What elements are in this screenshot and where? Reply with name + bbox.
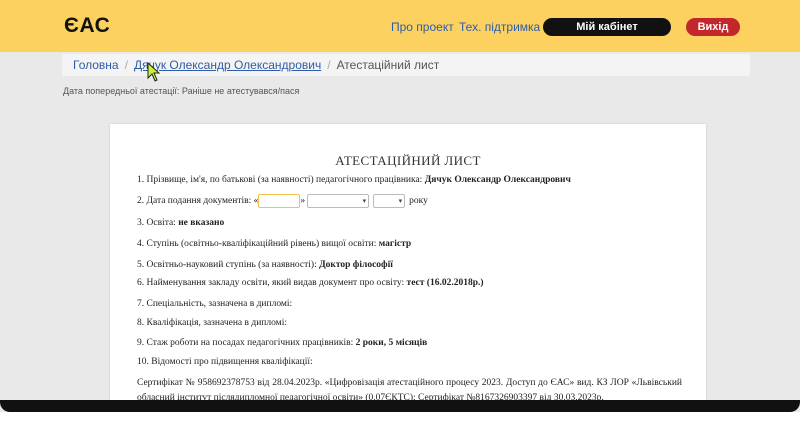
document-title: АТЕСТАЦІЙНИЙ ЛИСТ: [335, 153, 481, 168]
exit-button[interactable]: Вихід: [686, 18, 740, 36]
doc-line-2: 2. Дата подання документів: « » ▾ ▾ року: [137, 194, 428, 208]
line-2-label: 2. Дата подання документів: «: [137, 196, 259, 206]
line-1-label: 1. Прізвище, ім'я, по батькові (за наявн…: [137, 175, 423, 185]
line-3-value: не вказано: [178, 218, 225, 228]
line-8-label: 8. Кваліфікація, зазначена в дипломі:: [137, 318, 287, 328]
breadcrumb-separator: /: [124, 58, 128, 72]
line-6-label: 6. Найменування закладу освіти, який вид…: [137, 278, 405, 288]
support-link[interactable]: Тех. підтримка: [459, 20, 540, 34]
breadcrumb-person-link[interactable]: Дячук Олександр Олександрович: [134, 58, 321, 72]
line-9-value: 2 роки, 5 місяців: [355, 338, 428, 348]
month-select[interactable]: ▾: [307, 194, 370, 208]
year-select[interactable]: ▾: [373, 194, 406, 208]
logo[interactable]: ЄАС: [64, 14, 110, 38]
my-cabinet-button[interactable]: Мій кабінет: [543, 18, 671, 36]
doc-line-4: 4. Ступінь (освітньо-кваліфікаційний рів…: [137, 239, 411, 249]
doc-line-6: 6. Найменування закладу освіти, який вид…: [137, 278, 484, 288]
line-1-value: Дячук Олександр Олександрович: [424, 175, 571, 185]
line-2-year-label: року: [409, 196, 428, 206]
line-9-label: 9. Стаж роботи на посадах педагогічних п…: [137, 338, 354, 348]
doc-line-1: 1. Прізвище, ім'я, по батькові (за наявн…: [137, 175, 571, 185]
breadcrumb-current: Атестаційний лист: [336, 58, 440, 72]
doc-line-7: 7. Спеціальність, зазначена в дипломі:: [137, 299, 292, 309]
doc-line-8: 8. Кваліфікація, зазначена в дипломі:: [137, 318, 287, 328]
breadcrumb-home-link[interactable]: Головна: [73, 58, 119, 72]
header-bar: ЄАС Про проект Тех. підтримка Мій кабіне…: [0, 0, 800, 52]
line-4-label: 4. Ступінь (освітньо-кваліфікаційний рів…: [137, 239, 377, 249]
doc-line-3: 3. Освіта: не вказано: [137, 218, 224, 228]
doc-line-5: 5. Освітньо-науковий ступінь (за наявнос…: [137, 260, 393, 270]
chevron-down-icon: ▾: [362, 197, 367, 205]
previous-attestation-date: Дата попередньої атестації: Раніше не ат…: [63, 86, 300, 96]
window-bottom-edge: [0, 400, 800, 412]
line-10-label: 10. Відомості про підвищення кваліфікаці…: [137, 357, 313, 367]
line-3-label: 3. Освіта:: [137, 218, 176, 228]
line-4-value: магістр: [378, 239, 412, 249]
mouse-cursor-icon: [147, 62, 161, 82]
screen: ЄАС Про проект Тех. підтримка Мій кабіне…: [0, 0, 800, 412]
doc-line-10: 10. Відомості про підвищення кваліфікаці…: [137, 357, 313, 367]
breadcrumb: Головна / Дячук Олександр Олександрович / Ат…: [62, 54, 750, 76]
day-input[interactable]: [258, 194, 301, 208]
chevron-down-icon: ▾: [398, 197, 403, 205]
line-2-quote-close: »: [300, 196, 306, 206]
about-link[interactable]: Про проект: [391, 20, 454, 34]
line-5-value: Доктор філософії: [319, 260, 393, 270]
attestation-document: АТЕСТАЦІЙНИЙ ЛИСТ 1. Прізвище, ім'я, по …: [110, 124, 706, 412]
breadcrumb-separator: /: [327, 58, 331, 72]
doc-line-9: 9. Стаж роботи на посадах педагогічних п…: [137, 338, 427, 348]
line-7-label: 7. Спеціальність, зазначена в дипломі:: [137, 299, 293, 309]
line-5-label: 5. Освітньо-науковий ступінь (за наявнос…: [137, 260, 317, 270]
line-6-value: тест (16.02.2018р.): [406, 278, 484, 288]
